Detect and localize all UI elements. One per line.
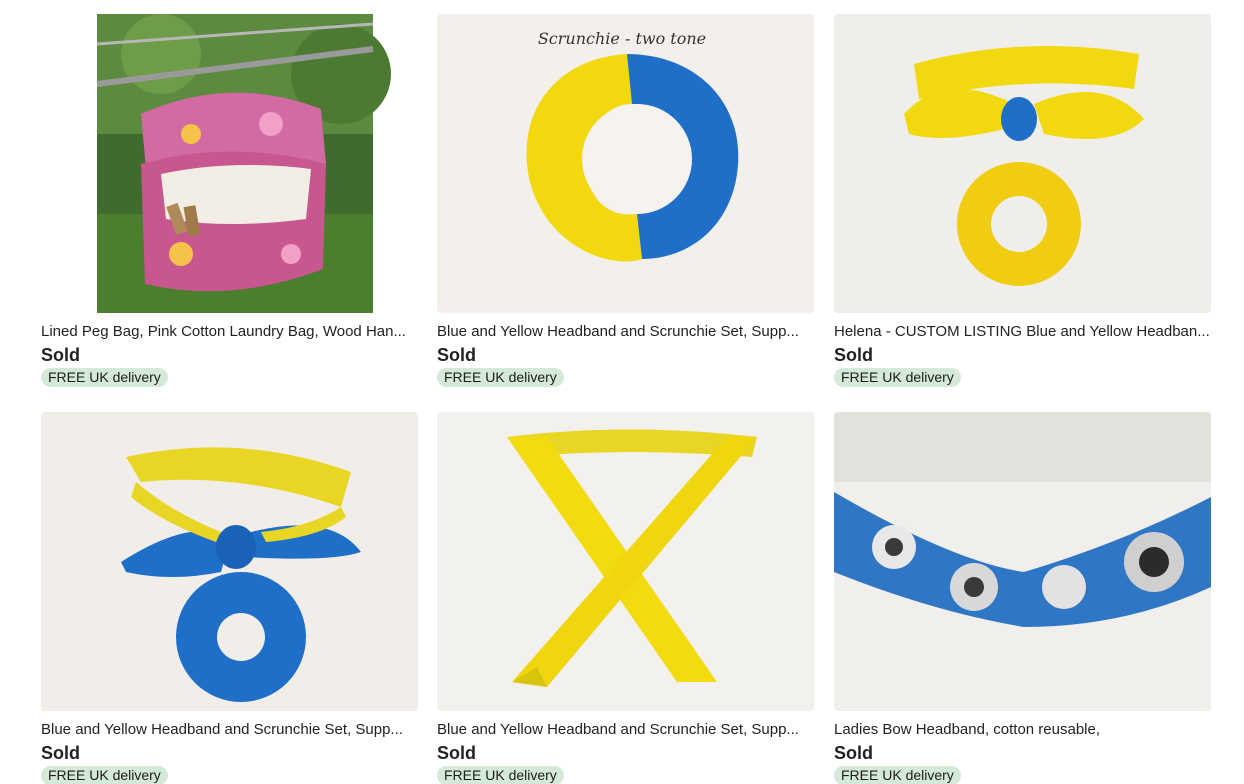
listing-price: Sold xyxy=(41,345,80,365)
listing-title[interactable]: Blue and Yellow Headband and Scrunchie S… xyxy=(437,323,814,341)
listing-card[interactable]: Scrunchie - two tone Blue and Yellow Hea… xyxy=(437,14,814,387)
listing-title[interactable]: Lined Peg Bag, Pink Cotton Laundry Bag, … xyxy=(41,323,418,341)
free-delivery-badge: FREE UK delivery xyxy=(41,766,168,784)
image-caption: Scrunchie - two tone xyxy=(538,29,706,48)
listing-price: Sold xyxy=(437,345,476,365)
headband-blue-scrunchie-photo xyxy=(41,412,418,711)
listing-card[interactable]: Ladies Bow Headband, cotton reusable, So… xyxy=(834,412,1211,784)
listing-image[interactable] xyxy=(834,14,1211,313)
listing-card[interactable]: Blue and Yellow Headband and Scrunchie S… xyxy=(41,412,418,784)
listing-title[interactable]: Helena - CUSTOM LISTING Blue and Yellow … xyxy=(834,323,1211,341)
listing-grid: Lined Peg Bag, Pink Cotton Laundry Bag, … xyxy=(0,0,1244,784)
listing-image[interactable] xyxy=(834,412,1211,711)
listing-title[interactable]: Blue and Yellow Headband and Scrunchie S… xyxy=(437,721,814,739)
listing-price: Sold xyxy=(41,743,80,763)
listing-card[interactable]: Blue and Yellow Headband and Scrunchie S… xyxy=(437,412,814,784)
listing-image[interactable]: Scrunchie - two tone xyxy=(437,14,814,313)
free-delivery-badge: FREE UK delivery xyxy=(437,766,564,784)
listing-price: Sold xyxy=(437,743,476,763)
listing-price: Sold xyxy=(834,345,873,365)
listing-card[interactable]: Helena - CUSTOM LISTING Blue and Yellow … xyxy=(834,14,1211,387)
free-delivery-badge: FREE UK delivery xyxy=(437,368,564,387)
scrunchie-photo: Scrunchie - two tone xyxy=(437,14,814,313)
listing-image[interactable] xyxy=(41,412,418,711)
listing-title[interactable]: Blue and Yellow Headband and Scrunchie S… xyxy=(41,721,418,739)
free-delivery-badge: FREE UK delivery xyxy=(41,368,168,387)
peg-bag-photo xyxy=(96,14,391,313)
listing-price: Sold xyxy=(834,743,873,763)
listing-image[interactable] xyxy=(437,412,814,711)
listing-card[interactable]: Lined Peg Bag, Pink Cotton Laundry Bag, … xyxy=(41,14,418,387)
crossed-headband-photo xyxy=(437,412,814,711)
rose-headband-photo xyxy=(834,412,1211,711)
free-delivery-badge: FREE UK delivery xyxy=(834,368,961,387)
free-delivery-badge: FREE UK delivery xyxy=(834,766,961,784)
listing-image[interactable] xyxy=(41,14,418,313)
listing-title[interactable]: Ladies Bow Headband, cotton reusable, xyxy=(834,721,1211,739)
headband-scrunchie-photo xyxy=(834,14,1211,313)
